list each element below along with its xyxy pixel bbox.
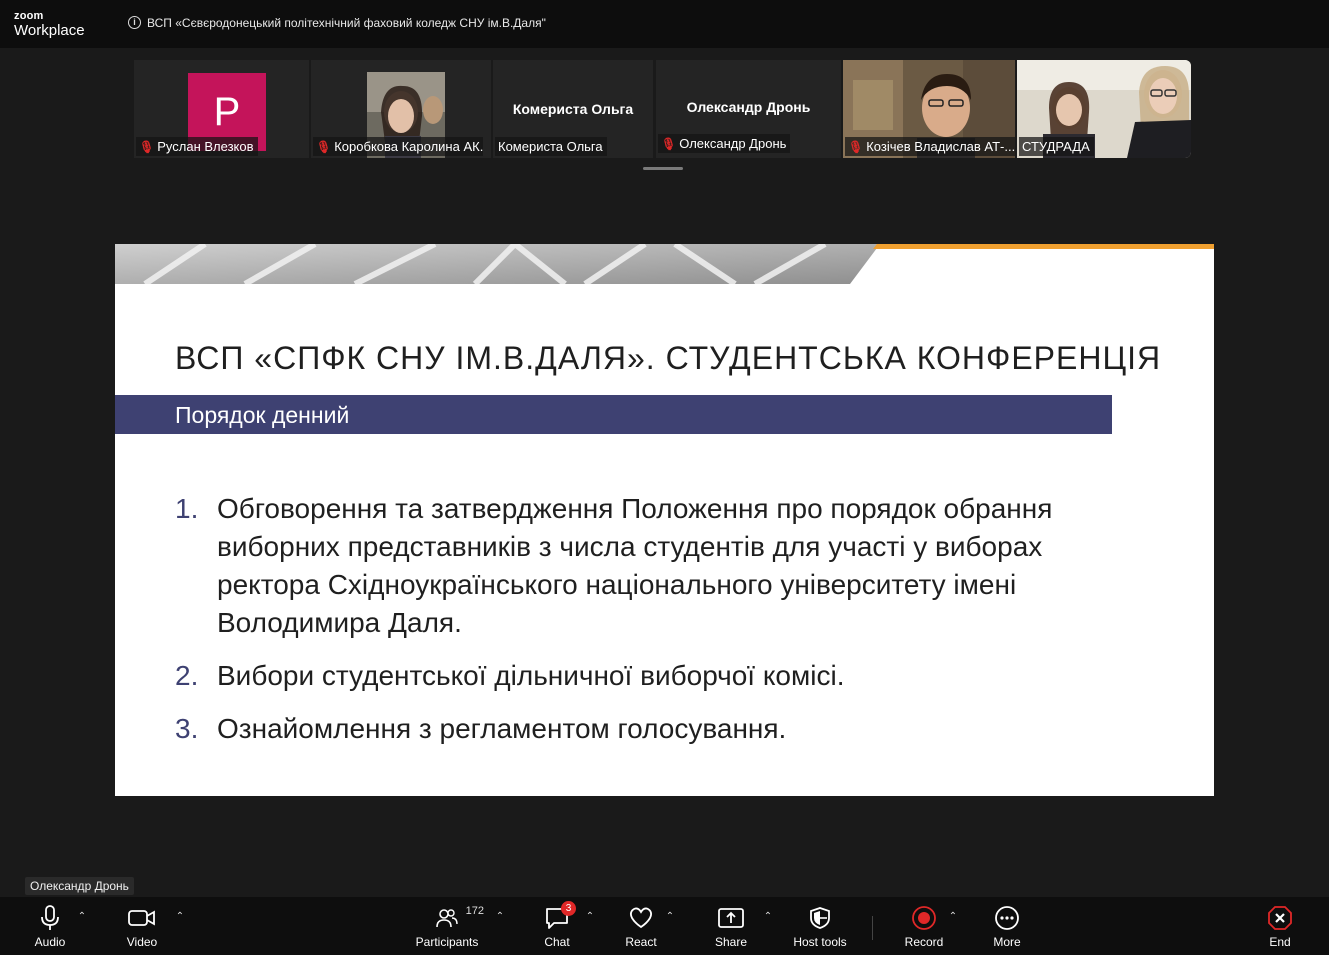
chat-label: Chat [544, 935, 570, 949]
participant-name: Коробкова Каролина АК... [334, 139, 483, 154]
more-dots-icon [995, 906, 1019, 930]
agenda-list: 1. Обговорення та затвердження Положення… [175, 490, 1075, 763]
participant-name-tag: 🎙︎ Олександр Дронь [658, 134, 791, 153]
item-number: 2. [175, 660, 199, 691]
participant-name: Олександр Дронь [679, 136, 787, 151]
record-icon [912, 906, 936, 930]
participant-center-name: Олександр Дронь [686, 99, 811, 115]
video-gallery: P 🎙︎ Руслан Влезков 🎙︎ Коробкова Каролин… [0, 48, 1329, 246]
video-camera-icon [128, 910, 155, 926]
participant-tile[interactable]: СТУДРАДА [1017, 60, 1191, 158]
participant-tile[interactable]: Олександр Дронь 🎙︎ Олександр Дронь [656, 60, 841, 158]
item-text: Ознайомлення з регламентом голосування. [217, 713, 787, 744]
active-speaker-label: Олександр Дронь [25, 877, 134, 895]
chat-unread-badge: 3 [561, 901, 576, 916]
participant-name: СТУДРАДА [1022, 139, 1090, 154]
zoom-logo: zoom Workplace [14, 10, 85, 39]
gallery-page-indicator[interactable] [643, 167, 683, 170]
muted-mic-icon: 🎙︎ [661, 136, 677, 151]
participant-name: Комериста Ольга [498, 139, 603, 154]
title-bar: zoom Workplace i ВСП «Сєвєродонецький по… [0, 0, 1329, 48]
participant-name-tag: СТУДРАДА [1019, 137, 1094, 156]
shield-icon [810, 907, 830, 929]
end-meeting-button[interactable]: End [1240, 903, 1320, 949]
list-item: 3. Ознайомлення з регламентом голосуванн… [175, 710, 1075, 748]
chat-options-caret-icon[interactable]: ⌃ [583, 911, 597, 923]
list-item: 2. Вибори студентської дільничної виборч… [175, 657, 1075, 695]
more-button[interactable]: More [967, 903, 1047, 949]
agenda-bar: Порядок денний [115, 395, 1112, 434]
react-label: React [625, 935, 657, 949]
info-icon[interactable]: i [128, 16, 141, 29]
meeting-title: ВСП «Сєвєродонецький політехнічний фахов… [147, 16, 546, 30]
participant-name: Козічев Владислав АТ-... [866, 139, 1015, 154]
host-tools-label: Host tools [793, 935, 847, 949]
video-label: Video [126, 935, 158, 949]
react-options-caret-icon[interactable]: ⌃ [663, 911, 677, 923]
heart-icon [629, 907, 653, 929]
participant-name-tag: Комериста Ольга [495, 137, 607, 156]
share-label: Share [714, 935, 748, 949]
end-label: End [1269, 935, 1291, 949]
more-label: More [993, 935, 1021, 949]
participants-count: 172 [465, 905, 484, 917]
audio-options-caret-icon[interactable]: ⌃ [75, 911, 89, 923]
toolbar-divider [872, 916, 873, 940]
chat-button[interactable]: 3 Chat [517, 901, 597, 949]
audio-label: Audio [34, 935, 66, 949]
participant-center-name: Комериста Ольга [512, 101, 634, 117]
participant-tile[interactable]: 🎙︎ Козічев Владислав АТ-... [843, 60, 1015, 158]
shared-slide: ВСП «СПФК СНУ ІМ.В.ДАЛЯ». СТУДЕНТСЬКА КО… [115, 244, 1214, 796]
muted-mic-icon: 🎙︎ [316, 139, 332, 154]
audio-button[interactable]: Audio [10, 903, 90, 949]
slide-header-image [115, 244, 1214, 284]
participants-options-caret-icon[interactable]: ⌃ [493, 911, 507, 923]
share-options-caret-icon[interactable]: ⌃ [761, 911, 775, 923]
record-label: Record [904, 935, 944, 949]
item-number: 3. [175, 713, 199, 744]
muted-mic-icon: 🎙︎ [848, 139, 864, 154]
item-text: Вибори студентської дільничної виборчої … [217, 660, 845, 691]
item-text: Обговорення та затвердження Положення пр… [217, 493, 1053, 638]
microphone-icon [41, 905, 59, 930]
participant-tile[interactable]: 🎙︎ Коробкова Каролина АК... [311, 60, 491, 158]
video-options-caret-icon[interactable]: ⌃ [173, 911, 187, 923]
participant-tile[interactable]: Комериста Ольга Комериста Ольга [493, 60, 653, 158]
list-item: 1. Обговорення та затвердження Положення… [175, 490, 1075, 642]
participant-name: Руслан Влезков [157, 139, 254, 154]
agenda-label: Порядок денний [175, 402, 350, 428]
participant-name-tag: 🎙︎ Козічев Владислав АТ-... [845, 137, 1015, 156]
react-button[interactable]: React [601, 903, 681, 949]
logo-workplace: Workplace [14, 22, 85, 39]
logo-zoom: zoom [14, 10, 44, 22]
participant-tile[interactable]: P 🎙︎ Руслан Влезков [134, 60, 309, 158]
participants-button[interactable]: 172 Participants [407, 903, 487, 949]
meeting-toolbar: Audio ⌃ Video ⌃ 172 Participants ⌃ 3 Cha… [0, 897, 1329, 955]
participant-name-tag: 🎙︎ Коробкова Каролина АК... [313, 137, 483, 156]
record-options-caret-icon[interactable]: ⌃ [946, 911, 960, 923]
host-tools-button[interactable]: Host tools [780, 903, 860, 949]
slide-title: ВСП «СПФК СНУ ІМ.В.ДАЛЯ». СТУДЕНТСЬКА КО… [175, 340, 1162, 376]
share-button[interactable]: Share [691, 903, 771, 949]
record-button[interactable]: Record [884, 903, 964, 949]
share-screen-icon [718, 908, 744, 928]
participants-label: Participants [415, 935, 479, 949]
participants-icon [436, 909, 458, 928]
muted-mic-icon: 🎙︎ [139, 139, 155, 154]
end-x-icon [1268, 906, 1292, 930]
participant-name-tag: 🎙︎ Руслан Влезков [136, 137, 258, 156]
video-button[interactable]: Video [102, 903, 182, 949]
item-number: 1. [175, 493, 199, 524]
